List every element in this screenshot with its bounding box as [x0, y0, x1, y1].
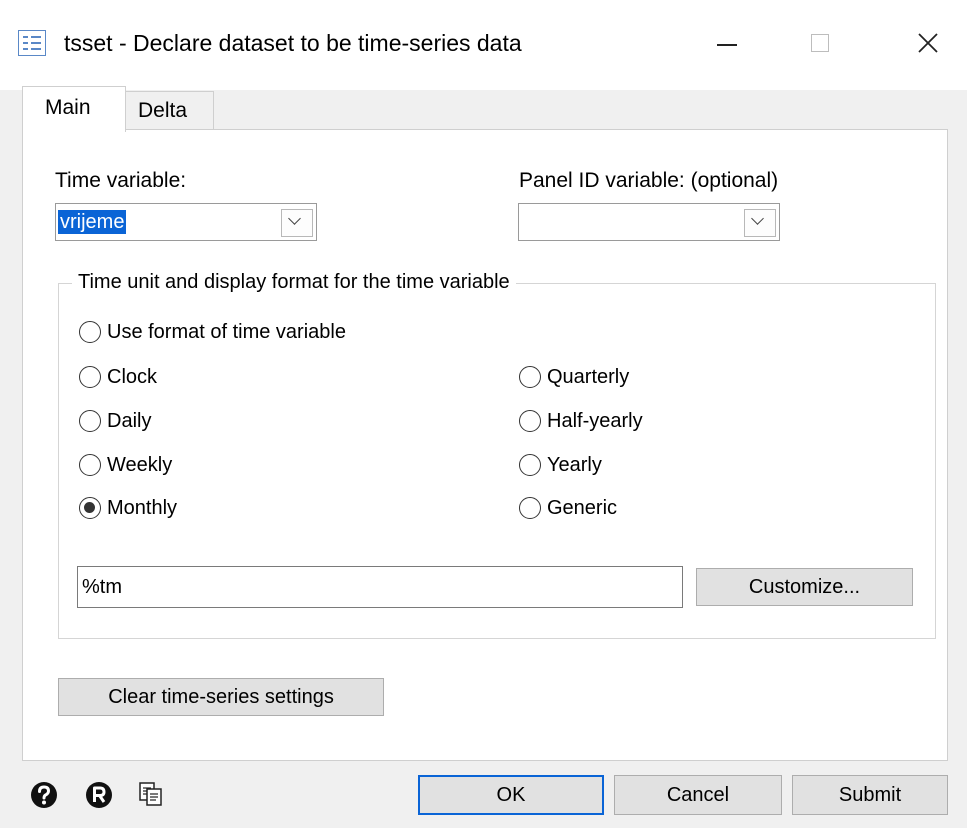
- submit-button[interactable]: Submit: [792, 775, 948, 815]
- display-format-input[interactable]: %tm: [77, 566, 683, 608]
- copy-command-icon[interactable]: [137, 780, 165, 808]
- customize-button[interactable]: Customize...: [696, 568, 913, 606]
- radio-label: Yearly: [547, 454, 602, 476]
- panel-id-variable-combobox[interactable]: [518, 203, 780, 241]
- minimize-button[interactable]: [697, 24, 757, 64]
- dialog-app-icon[interactable]: [18, 30, 46, 56]
- radio-label: Monthly: [107, 497, 178, 519]
- cancel-button[interactable]: Cancel: [614, 775, 782, 815]
- radio-label: Use format of time variable: [107, 321, 346, 343]
- radio-circle: [519, 410, 541, 432]
- radio-label: Daily: [107, 410, 152, 432]
- clear-time-series-settings-button[interactable]: Clear time-series settings: [58, 678, 384, 716]
- time-variable-combobox[interactable]: vrijeme: [55, 203, 317, 241]
- radio-circle: [519, 366, 541, 388]
- clear-button-label: Clear time-series settings: [108, 686, 334, 708]
- time-unit-group-legend: Time unit and display format for the tim…: [72, 268, 516, 296]
- radio-label: Half-yearly: [547, 410, 643, 432]
- radio-circle-selected: [79, 497, 101, 519]
- radio-label: Clock: [107, 366, 158, 388]
- time-variable-value: vrijeme: [58, 210, 127, 234]
- radio-circle: [79, 454, 101, 476]
- tab-delta-label: Delta: [138, 99, 188, 122]
- tab-main[interactable]: Main: [22, 86, 126, 132]
- radio-label: Weekly: [107, 454, 173, 476]
- radio-circle: [79, 410, 101, 432]
- close-icon: [918, 33, 938, 53]
- submit-button-label: Submit: [838, 784, 902, 806]
- radio-label: Generic: [547, 497, 618, 519]
- panel-id-variable-label: Panel ID variable: (optional): [519, 169, 779, 192]
- radio-clock[interactable]: Clock: [79, 363, 229, 393]
- chevron-down-icon[interactable]: [744, 209, 776, 237]
- time-variable-label: Time variable:: [55, 169, 187, 192]
- ok-button-label: OK: [496, 784, 526, 806]
- tab-main-label: Main: [45, 96, 91, 119]
- cancel-button-label: Cancel: [666, 784, 730, 806]
- radio-circle: [79, 321, 101, 343]
- chevron-down-icon[interactable]: [281, 209, 313, 237]
- radio-circle: [519, 454, 541, 476]
- reset-icon[interactable]: [84, 780, 114, 810]
- display-format-value: %tm: [82, 576, 122, 598]
- ok-button[interactable]: OK: [418, 775, 604, 815]
- radio-monthly[interactable]: Monthly: [79, 494, 229, 524]
- tab-delta[interactable]: Delta: [126, 91, 214, 130]
- radio-quarterly[interactable]: Quarterly: [519, 363, 689, 393]
- radio-label: Quarterly: [547, 366, 630, 388]
- close-button[interactable]: [897, 24, 957, 64]
- window-title: tsset - Declare dataset to be time-serie…: [64, 30, 522, 56]
- radio-circle: [79, 366, 101, 388]
- customize-button-label: Customize...: [748, 576, 861, 598]
- radio-half-yearly[interactable]: Half-yearly: [519, 407, 689, 437]
- radio-circle: [519, 497, 541, 519]
- help-icon[interactable]: [29, 780, 59, 810]
- radio-generic[interactable]: Generic: [519, 494, 689, 524]
- radio-yearly[interactable]: Yearly: [519, 451, 689, 481]
- maximize-button[interactable]: [789, 24, 849, 64]
- radio-use-format[interactable]: Use format of time variable: [79, 318, 409, 348]
- radio-daily[interactable]: Daily: [79, 407, 229, 437]
- radio-weekly[interactable]: Weekly: [79, 451, 229, 481]
